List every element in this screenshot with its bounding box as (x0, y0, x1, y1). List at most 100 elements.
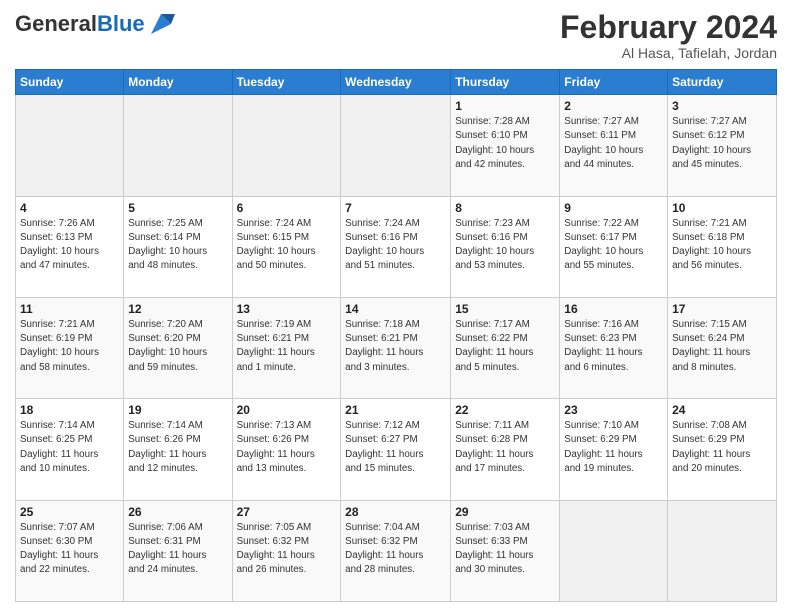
day-number: 21 (345, 403, 446, 417)
header: GeneralBlue February 2024 Al Hasa, Tafie… (15, 10, 777, 61)
day-info: Sunrise: 7:24 AMSunset: 6:16 PMDaylight:… (345, 217, 446, 274)
day-info: Sunrise: 7:22 AMSunset: 6:17 PMDaylight:… (564, 217, 663, 274)
week-row-2: 4Sunrise: 7:26 AMSunset: 6:13 PMDaylight… (16, 196, 777, 297)
calendar-cell (341, 95, 451, 196)
day-number: 6 (237, 201, 337, 215)
calendar-cell: 14Sunrise: 7:18 AMSunset: 6:21 PMDayligh… (341, 297, 451, 398)
calendar-cell: 13 Sunrise: 7:19 AMSunset: 6:21 PMDayligh… (232, 297, 341, 398)
day-number: 15 (455, 302, 555, 316)
day-number: 8 (455, 201, 555, 215)
day-number: 10 (672, 201, 772, 215)
calendar-cell: 18 Sunrise: 7:14 AMSunset: 6:25 PMDayligh… (16, 399, 124, 500)
day-info: Sunrise: 7:25 AMSunset: 6:14 PMDaylight:… (128, 217, 227, 274)
day-number: 7 (345, 201, 446, 215)
calendar-cell: 11Sunrise: 7:21 AMSunset: 6:19 PMDayligh… (16, 297, 124, 398)
weekday-header-thursday: Thursday (451, 70, 560, 95)
location: Al Hasa, Tafielah, Jordan (560, 45, 777, 61)
day-number: 25 (20, 505, 119, 519)
day-info: Sunrise: 7:28 AMSunset: 6:10 PMDaylight:… (455, 115, 555, 172)
day-info: Sunrise: 7:10 AMSunset: 6:29 PMDaylight:… (564, 419, 663, 476)
day-info: Sunrise: 7:06 AMSunset: 6:31 PMDaylight:… (128, 521, 227, 578)
calendar-cell: 27Sunrise: 7:05 AMSunset: 6:32 PMDayligh… (232, 500, 341, 601)
calendar-cell (16, 95, 124, 196)
calendar-cell: 29 Sunrise: 7:03 AMSunset: 6:33 PMDayligh… (451, 500, 560, 601)
calendar-page: GeneralBlue February 2024 Al Hasa, Tafie… (0, 0, 792, 612)
calendar-cell: 1 Sunrise: 7:28 AMSunset: 6:10 PMDaylight… (451, 95, 560, 196)
calendar-cell: 16Sunrise: 7:16 AMSunset: 6:23 PMDayligh… (560, 297, 668, 398)
day-info: Sunrise: 7:21 AMSunset: 6:18 PMDaylight:… (672, 217, 772, 274)
week-row-3: 11Sunrise: 7:21 AMSunset: 6:19 PMDayligh… (16, 297, 777, 398)
day-info: Sunrise: 7:11 AMSunset: 6:28 PMDaylight:… (455, 419, 555, 476)
calendar-cell: 3 Sunrise: 7:27 AMSunset: 6:12 PMDaylight… (668, 95, 777, 196)
day-info: Sunrise: 7:23 AMSunset: 6:16 PMDaylight:… (455, 217, 555, 274)
calendar-cell: 5 Sunrise: 7:25 AMSunset: 6:14 PMDaylight… (124, 196, 232, 297)
day-number: 23 (564, 403, 663, 417)
weekday-header-monday: Monday (124, 70, 232, 95)
day-info: Sunrise: 7:18 AMSunset: 6:21 PMDaylight:… (345, 318, 446, 375)
calendar-cell: 28Sunrise: 7:04 AMSunset: 6:32 PMDayligh… (341, 500, 451, 601)
calendar-cell: 23 Sunrise: 7:10 AMSunset: 6:29 PMDayligh… (560, 399, 668, 500)
day-number: 13 (237, 302, 337, 316)
logo-icon (147, 10, 175, 38)
weekday-header-tuesday: Tuesday (232, 70, 341, 95)
month-year: February 2024 (560, 10, 777, 45)
day-number: 16 (564, 302, 663, 316)
day-info: Sunrise: 7:26 AMSunset: 6:13 PMDaylight:… (20, 217, 119, 274)
calendar-cell: 4Sunrise: 7:26 AMSunset: 6:13 PMDaylight… (16, 196, 124, 297)
calendar-cell: 24 Sunrise: 7:08 AMSunset: 6:29 PMDayligh… (668, 399, 777, 500)
day-info: Sunrise: 7:27 AMSunset: 6:12 PMDaylight:… (672, 115, 772, 172)
calendar-cell: 10 Sunrise: 7:21 AMSunset: 6:18 PMDayligh… (668, 196, 777, 297)
week-row-4: 18 Sunrise: 7:14 AMSunset: 6:25 PMDayligh… (16, 399, 777, 500)
day-info: Sunrise: 7:20 AMSunset: 6:20 PMDaylight:… (128, 318, 227, 375)
day-number: 3 (672, 99, 772, 113)
calendar-cell: 21 Sunrise: 7:12 AMSunset: 6:27 PMDayligh… (341, 399, 451, 500)
day-info: Sunrise: 7:07 AMSunset: 6:30 PMDaylight:… (20, 521, 119, 578)
day-info: Sunrise: 7:05 AMSunset: 6:32 PMDaylight:… (237, 521, 337, 578)
calendar-cell: 7 Sunrise: 7:24 AMSunset: 6:16 PMDaylight… (341, 196, 451, 297)
day-info: Sunrise: 7:14 AMSunset: 6:25 PMDaylight:… (20, 419, 119, 476)
title-block: February 2024 Al Hasa, Tafielah, Jordan (560, 10, 777, 61)
calendar-cell: 8 Sunrise: 7:23 AMSunset: 6:16 PMDaylight… (451, 196, 560, 297)
weekday-header-friday: Friday (560, 70, 668, 95)
day-number: 29 (455, 505, 555, 519)
weekday-header-row: SundayMondayTuesdayWednesdayThursdayFrid… (16, 70, 777, 95)
weekday-header-saturday: Saturday (668, 70, 777, 95)
day-number: 1 (455, 99, 555, 113)
weekday-header-sunday: Sunday (16, 70, 124, 95)
day-info: Sunrise: 7:08 AMSunset: 6:29 PMDaylight:… (672, 419, 772, 476)
calendar-cell (560, 500, 668, 601)
day-number: 17 (672, 302, 772, 316)
day-number: 11 (20, 302, 119, 316)
day-number: 22 (455, 403, 555, 417)
calendar-cell: 25 Sunrise: 7:07 AMSunset: 6:30 PMDayligh… (16, 500, 124, 601)
day-info: Sunrise: 7:12 AMSunset: 6:27 PMDaylight:… (345, 419, 446, 476)
calendar-body: 1 Sunrise: 7:28 AMSunset: 6:10 PMDaylight… (16, 95, 777, 602)
calendar-cell (124, 95, 232, 196)
logo: GeneralBlue (15, 10, 175, 38)
logo-blue: Blue (97, 11, 145, 36)
day-number: 18 (20, 403, 119, 417)
day-number: 20 (237, 403, 337, 417)
day-number: 28 (345, 505, 446, 519)
calendar-header: SundayMondayTuesdayWednesdayThursdayFrid… (16, 70, 777, 95)
day-info: Sunrise: 7:03 AMSunset: 6:33 PMDaylight:… (455, 521, 555, 578)
day-number: 19 (128, 403, 227, 417)
calendar-table: SundayMondayTuesdayWednesdayThursdayFrid… (15, 69, 777, 602)
day-number: 5 (128, 201, 227, 215)
weekday-header-wednesday: Wednesday (341, 70, 451, 95)
calendar-cell: 12Sunrise: 7:20 AMSunset: 6:20 PMDayligh… (124, 297, 232, 398)
day-info: Sunrise: 7:15 AMSunset: 6:24 PMDaylight:… (672, 318, 772, 375)
day-number: 9 (564, 201, 663, 215)
calendar-cell (232, 95, 341, 196)
day-info: Sunrise: 7:19 AMSunset: 6:21 PMDaylight:… (237, 318, 337, 375)
day-info: Sunrise: 7:24 AMSunset: 6:15 PMDaylight:… (237, 217, 337, 274)
day-info: Sunrise: 7:27 AMSunset: 6:11 PMDaylight:… (564, 115, 663, 172)
day-number: 26 (128, 505, 227, 519)
calendar-cell: 6 Sunrise: 7:24 AMSunset: 6:15 PMDaylight… (232, 196, 341, 297)
day-number: 2 (564, 99, 663, 113)
calendar-cell: 19Sunrise: 7:14 AMSunset: 6:26 PMDayligh… (124, 399, 232, 500)
day-number: 24 (672, 403, 772, 417)
logo-general: General (15, 11, 97, 36)
calendar-cell: 15Sunrise: 7:17 AMSunset: 6:22 PMDayligh… (451, 297, 560, 398)
day-info: Sunrise: 7:13 AMSunset: 6:26 PMDaylight:… (237, 419, 337, 476)
